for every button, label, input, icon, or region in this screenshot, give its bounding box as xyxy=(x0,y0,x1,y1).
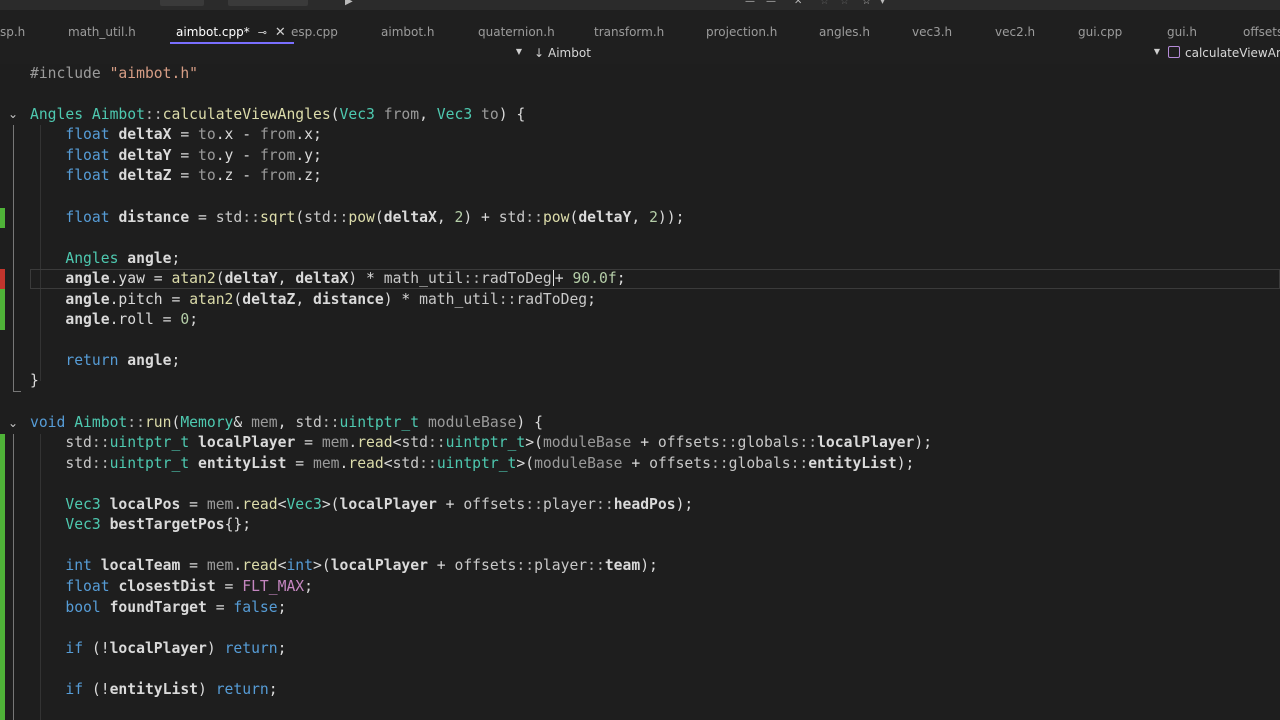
star-icon[interactable]: ☆ xyxy=(862,0,871,7)
modified-marker xyxy=(0,434,5,720)
tab-aimbot-cpp[interactable]: aimbot.cpp* ⊸ ✕ xyxy=(170,20,294,44)
close-icon[interactable]: ✕ xyxy=(275,25,286,41)
tab-gui-cpp[interactable]: gui.cpp xyxy=(1078,24,1122,44)
toolbar-dropdown[interactable] xyxy=(228,0,308,6)
code-line: float distance = std::sqrt(std::pow(delt… xyxy=(65,209,685,226)
code-line: Vec3 localPos = mem.read<Vec3>(localPlay… xyxy=(65,496,694,513)
code-line: Vec3 bestTargetPos{}; xyxy=(65,516,252,533)
tab-gui-h[interactable]: gui.h xyxy=(1167,24,1197,44)
toolbar-icon[interactable]: — xyxy=(766,0,776,7)
tab-label: gui.h xyxy=(1167,25,1197,39)
tab-label: aimbot.cpp* xyxy=(176,25,250,39)
tab-label: esp.cpp xyxy=(291,25,338,39)
code-line: float deltaZ = to.z - from.z; xyxy=(65,167,322,184)
fold-guide-end xyxy=(13,391,21,392)
star-icon[interactable]: ☆ xyxy=(840,0,849,7)
tab-quaternion-h[interactable]: quaternion.h xyxy=(478,24,555,44)
tab-label: vec2.h xyxy=(995,25,1036,39)
code-line: void Aimbot::run(Memory& mem, std::uintp… xyxy=(30,414,543,431)
tab-label: quaternion.h xyxy=(478,25,555,39)
toolbar-icon[interactable]: — xyxy=(745,0,755,7)
chevron-down-icon[interactable]: ▾ xyxy=(880,0,885,7)
tab-label: transform.h xyxy=(594,25,665,39)
tab-label: angles.h xyxy=(819,25,870,39)
modified-marker xyxy=(0,289,5,330)
chevron-down-icon: ▼ xyxy=(515,47,522,56)
tab-esp-cpp[interactable]: esp.cpp xyxy=(291,24,338,44)
tab-transform-h[interactable]: transform.h xyxy=(594,24,664,44)
code-line: #include "aimbot.h" xyxy=(30,65,199,82)
bookmark-icon[interactable]: ✕ xyxy=(794,0,802,7)
code-line: Angles angle; xyxy=(65,250,181,267)
tab-label: projection.h xyxy=(706,25,778,39)
tab-projection-h[interactable]: projection.h xyxy=(706,24,777,44)
code-line: if (!localPlayer) return; xyxy=(65,640,287,657)
document-tab-bar: sp.h math_util.h aimbot.cpp* ⊸ ✕ esp.cpp a… xyxy=(0,10,1280,45)
chevron-down-icon: ▼ xyxy=(1153,47,1160,56)
tab-aimbot-h[interactable]: aimbot.h xyxy=(381,24,434,44)
tab-label: sp.h xyxy=(0,25,26,39)
tab-label: gui.cpp xyxy=(1078,25,1123,39)
code-line: float deltaY = to.y - from.y; xyxy=(65,147,322,164)
tab-sp-h[interactable]: sp.h xyxy=(0,24,25,44)
modified-marker xyxy=(0,208,5,228)
method-icon xyxy=(1168,46,1180,58)
pin-icon[interactable]: ⊸ xyxy=(258,25,267,41)
tab-math-util-h[interactable]: math_util.h xyxy=(68,24,136,44)
code-line: bool foundTarget = false; xyxy=(65,599,287,616)
code-line: float closestDist = FLT_MAX; xyxy=(65,578,313,595)
tab-angles-h[interactable]: angles.h xyxy=(819,24,870,44)
scope-label: Aimbot xyxy=(548,46,591,60)
code-line: if (!entityList) return; xyxy=(65,681,278,698)
toolbar: ▶ — — ✕ ☆ ☆ ☆ ▾ xyxy=(0,0,1280,10)
fold-toggle-icon[interactable]: ⌄ xyxy=(8,107,18,121)
fold-guide xyxy=(13,125,14,391)
scope-icon: ↓ xyxy=(534,46,545,60)
code-line: angle.roll = 0; xyxy=(65,311,199,328)
code-editor[interactable]: ⌄ ⌄ #include "aimbot.h" Angles Aimbot::c… xyxy=(0,64,1280,720)
code-line: return angle; xyxy=(65,352,181,369)
tab-vec3-h[interactable]: vec3.h xyxy=(912,24,952,44)
fold-toggle-icon[interactable]: ⌄ xyxy=(8,416,18,430)
tab-label: vec3.h xyxy=(912,25,953,39)
play-icon[interactable]: ▶ xyxy=(345,0,353,7)
scope-dropdown[interactable]: ↓ Aimbot ▼ xyxy=(528,46,1162,64)
code-line: std::uintptr_t entityList = mem.read<std… xyxy=(65,455,915,472)
code-line: angle.yaw = atan2(deltaY, deltaX) * math… xyxy=(65,270,626,287)
unsaved-marker xyxy=(0,269,5,289)
tab-vec2-h[interactable]: vec2.h xyxy=(995,24,1035,44)
toolbar-dropdown[interactable] xyxy=(160,0,204,6)
tab-label: offsets. xyxy=(1243,25,1280,39)
tab-label: math_util.h xyxy=(68,25,136,39)
ide-window: ▶ — — ✕ ☆ ☆ ☆ ▾ sp.h math_util.h aimbot.… xyxy=(0,0,1280,720)
text-cursor xyxy=(552,270,554,286)
tab-label: aimbot.h xyxy=(381,25,435,39)
fold-guide xyxy=(13,434,14,720)
code-line: int localTeam = mem.read<int>(localPlaye… xyxy=(65,557,658,574)
code-line: float deltaX = to.x - from.x; xyxy=(65,126,322,143)
navigation-bar: ▼ ↓ Aimbot ▼ calculateViewAngles xyxy=(0,44,1280,65)
code-line: std::uintptr_t localPlayer = mem.read<st… xyxy=(65,434,933,451)
tab-offsets[interactable]: offsets. xyxy=(1243,24,1280,44)
code-line: angle.pitch = atan2(deltaZ, distance) * … xyxy=(65,291,596,308)
project-dropdown[interactable]: ▼ xyxy=(0,44,524,64)
member-dropdown[interactable]: calculateViewAngles xyxy=(1168,46,1280,64)
code-line: Angles Aimbot::calculateViewAngles(Vec3 … xyxy=(30,106,526,123)
code-line: } xyxy=(30,372,39,389)
member-label: calculateViewAngles xyxy=(1185,46,1280,60)
star-icon[interactable]: ☆ xyxy=(820,0,829,7)
